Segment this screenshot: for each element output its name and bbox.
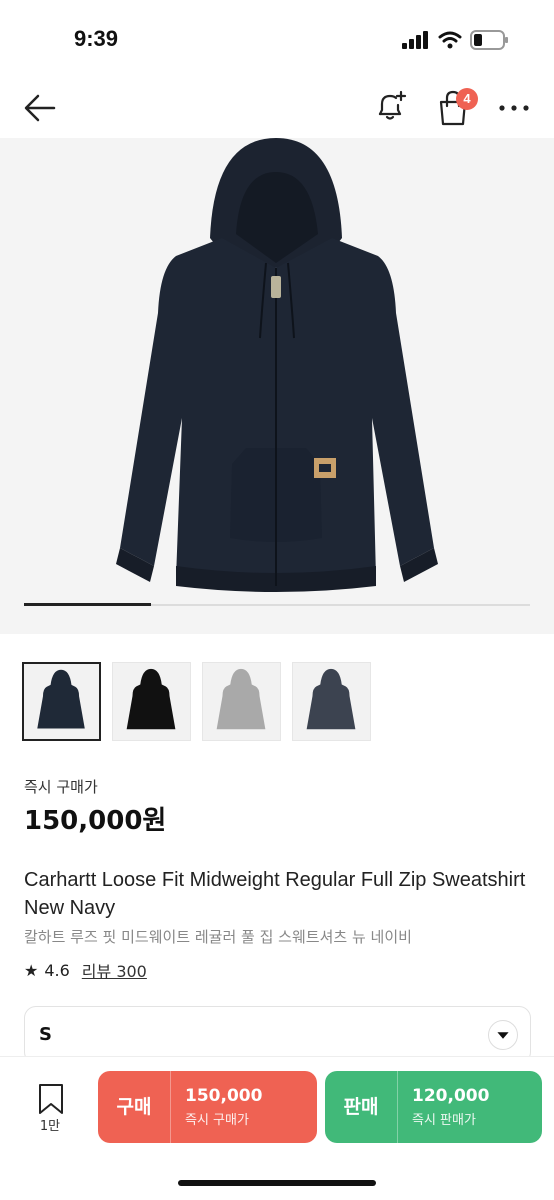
sell-button-label: 판매: [325, 1071, 398, 1143]
signal-icon: [402, 31, 428, 49]
status-icons: [402, 30, 510, 50]
product-title-en: Carhartt Loose Fit Midweight Regular Ful…: [24, 869, 526, 919]
review-link[interactable]: 리뷰 300: [82, 958, 147, 982]
sell-button[interactable]: 판매 120,000 즉시 판매가: [325, 1071, 542, 1143]
rating-value: 4.6: [44, 960, 70, 980]
thumbnail-dark-grey[interactable]: [292, 662, 371, 741]
home-indicator: [178, 1180, 376, 1186]
cart-count-badge: 4: [456, 88, 478, 110]
chevron-down-icon: [488, 1020, 518, 1050]
carousel-progress-indicator: [24, 603, 151, 606]
rating-row: ★ 4.6 리뷰 300: [24, 958, 147, 982]
bell-add-icon[interactable]: [372, 88, 408, 124]
thumbnail-navy[interactable]: [22, 662, 101, 741]
wifi-icon: [438, 31, 462, 49]
status-bar: 9:39: [0, 0, 554, 80]
buy-button-label: 구매: [98, 1071, 171, 1143]
battery-icon: [470, 30, 508, 50]
status-time: 9:39: [74, 26, 119, 51]
size-selected-value: S: [39, 1024, 52, 1045]
thumbnail-black[interactable]: [112, 662, 191, 741]
back-arrow-icon[interactable]: [22, 90, 58, 126]
thumbnail-hoodie-image: [216, 668, 266, 730]
more-options-icon[interactable]: [496, 94, 532, 122]
buy-price: 150,000: [185, 1086, 263, 1106]
bookmark-icon[interactable]: [34, 1083, 68, 1115]
sell-price: 120,000: [412, 1086, 490, 1106]
thumbnail-list: [22, 662, 371, 741]
product-price: 150,000원: [24, 806, 167, 836]
thumbnail-hoodie-image: [306, 668, 356, 730]
thumbnail-hoodie-image: [126, 668, 176, 730]
sell-price-label: 즉시 판매가: [412, 1113, 476, 1128]
product-title-ko: 칼하트 루즈 핏 미드웨이트 레귤러 풀 집 스웨트셔츠 뉴 네이비: [24, 928, 412, 946]
product-image-carousel[interactable]: [0, 138, 554, 634]
thumbnail-grey[interactable]: [202, 662, 281, 741]
star-icon: ★: [24, 960, 39, 980]
bottom-action-bar: 1만 구매 150,000 즉시 구매가 판매 120,000 즉시 판매가: [0, 1056, 554, 1200]
hoodie-image: [116, 138, 438, 592]
bookmark-count: 1만: [39, 1119, 61, 1134]
buy-button[interactable]: 구매 150,000 즉시 구매가: [98, 1071, 317, 1143]
instant-buy-price-label: 즉시 구매가: [24, 778, 98, 796]
buy-price-label: 즉시 구매가: [185, 1113, 249, 1128]
thumbnail-hoodie-image: [37, 669, 85, 729]
